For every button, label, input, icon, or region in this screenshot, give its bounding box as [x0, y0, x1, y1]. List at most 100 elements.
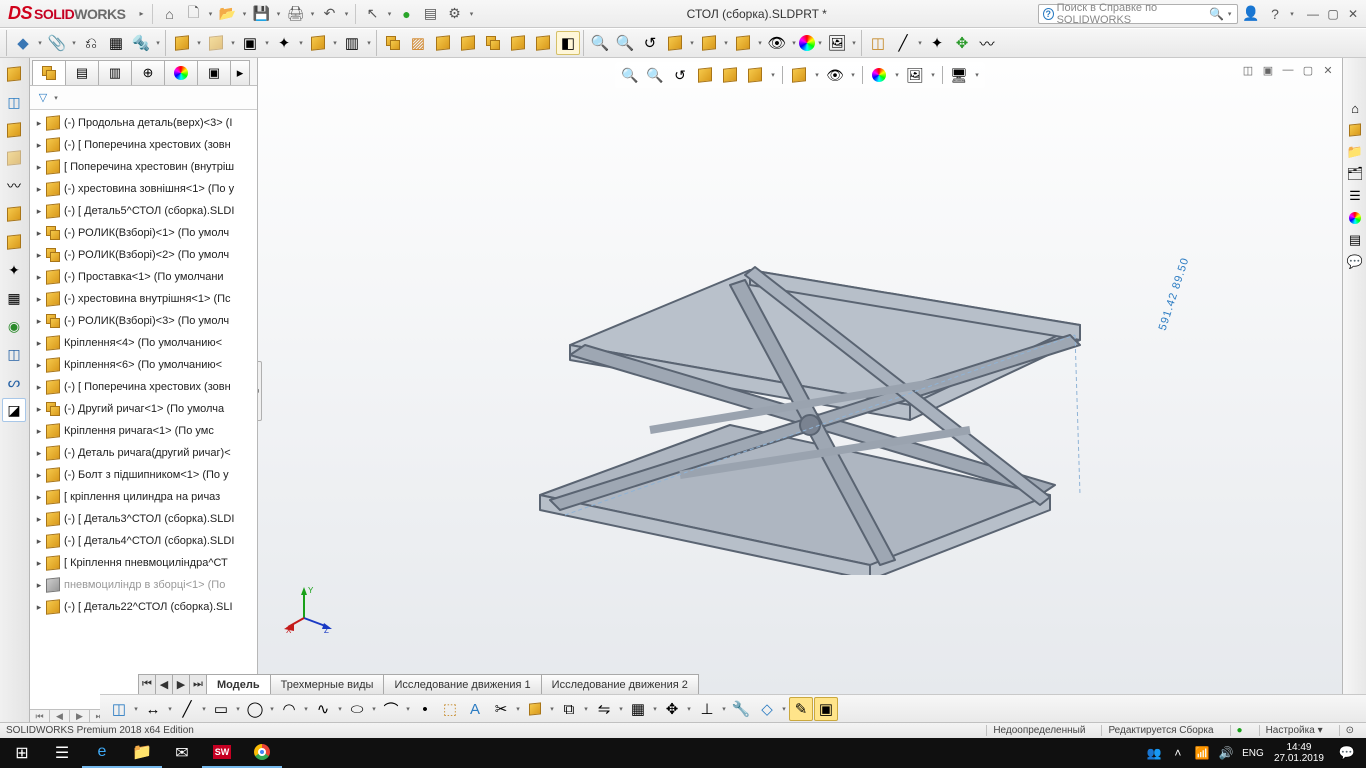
hide-show-button[interactable]: 👁 — [765, 31, 789, 55]
dd[interactable]: ▾ — [365, 39, 373, 47]
options-dd[interactable]: ▾ — [467, 10, 475, 18]
tree-item[interactable]: ▸(-) РОЛИК(Взборі)<1> (По умолч — [30, 222, 257, 244]
undo-button[interactable]: ↶ — [318, 3, 340, 25]
tree-item[interactable]: ▸Кріплення<4> (По умолчанию< — [30, 332, 257, 354]
tp-view-pal[interactable]: ☰ — [1345, 186, 1365, 206]
tray-notifications-icon[interactable]: 💬 — [1330, 745, 1364, 761]
cm-sketch[interactable]: ◫ — [2, 90, 26, 114]
dd[interactable]: ▾ — [370, 705, 378, 713]
cm-sim2[interactable]: ◫ — [2, 342, 26, 366]
status-custom[interactable]: Настройка ▾ — [1259, 725, 1329, 736]
doc-minimize[interactable]: — — [1278, 62, 1298, 78]
new-button[interactable]: 🗋 — [182, 3, 204, 25]
btab-model[interactable]: Модель — [206, 674, 271, 694]
dd[interactable]: ▾ — [297, 39, 305, 47]
cm-sheet[interactable] — [2, 146, 26, 170]
axis-button[interactable]: ╱ — [891, 31, 915, 55]
assembly-feat-button[interactable]: ▣ — [238, 31, 262, 55]
filter-icon[interactable]: ▽ — [34, 89, 52, 107]
win-app-chrome[interactable] — [242, 738, 282, 768]
options-list-button[interactable]: ▤ — [419, 3, 441, 25]
sk-sketch[interactable]: ◫ — [107, 697, 131, 721]
expand-icon[interactable]: ▸ — [34, 448, 44, 459]
dd[interactable]: ▾ — [229, 39, 237, 47]
edit-component-button[interactable]: ◆ — [11, 31, 35, 55]
search-dd[interactable]: ▾ — [1226, 10, 1233, 18]
view-triad[interactable]: Y Z X — [284, 583, 334, 633]
sk-spline[interactable]: ∿ — [311, 697, 335, 721]
tp-file-exp[interactable]: 🗂 — [1345, 164, 1365, 184]
expand-icon[interactable]: ▸ — [34, 228, 44, 239]
insert-component-button[interactable]: 📎 — [45, 31, 69, 55]
hole-align-button[interactable] — [481, 31, 505, 55]
tp-resources[interactable] — [1345, 120, 1365, 140]
sk-arc[interactable]: ◠ — [277, 697, 301, 721]
close-button[interactable]: ✕ — [1344, 5, 1362, 23]
sk-convert[interactable] — [523, 697, 547, 721]
save-dd[interactable]: ▾ — [274, 10, 282, 18]
dd[interactable]: ▾ — [813, 64, 821, 86]
win-app-solidworks[interactable]: SW — [202, 738, 242, 768]
hud-scene[interactable]: 🖼 — [904, 64, 926, 86]
display-style-button[interactable] — [731, 31, 755, 55]
dd[interactable]: ▾ — [929, 64, 937, 86]
tree-item[interactable]: ▸(-) [ Деталь22^СТОЛ (сборка).SLI — [30, 596, 257, 618]
btab-nav-next[interactable]: ▶ — [172, 674, 190, 694]
linear-pattern-button[interactable]: ▦ — [104, 31, 128, 55]
cm-features[interactable] — [2, 62, 26, 86]
expand-icon[interactable]: ▸ — [34, 580, 44, 591]
btab-nav-prev[interactable]: ◀ — [155, 674, 173, 694]
restore-button[interactable]: ▢ — [1324, 5, 1342, 23]
print-dd[interactable]: ▾ — [308, 10, 316, 18]
expand-icon[interactable]: ▸ — [34, 470, 44, 481]
dd[interactable]: ▾ — [769, 64, 777, 86]
feature-tree[interactable]: ▸(-) Продольна деталь(верх)<3> (I▸(-) [ … — [30, 110, 257, 709]
grip[interactable] — [581, 30, 587, 56]
tp-design-lib[interactable]: 📁 — [1345, 142, 1365, 162]
sk-text[interactable]: A — [463, 697, 487, 721]
expand-icon[interactable]: ▸ — [34, 514, 44, 525]
sk-offset[interactable]: ⧉ — [557, 697, 581, 721]
win-start-button[interactable]: ⊞ — [2, 738, 42, 768]
dd[interactable]: ▾ — [132, 705, 140, 713]
dd[interactable]: ▾ — [268, 705, 276, 713]
dd[interactable]: ▾ — [263, 39, 271, 47]
expand-icon[interactable]: ▸ — [34, 250, 44, 261]
tree-item[interactable]: ▸(-) [ Поперечина хрестових (зовн — [30, 134, 257, 156]
ref-geom-button[interactable]: ✦ — [272, 31, 296, 55]
tree-item[interactable]: ▸(-) Другий ричаг<1> (По умолча — [30, 398, 257, 420]
dd[interactable]: ▾ — [617, 705, 625, 713]
grip[interactable] — [4, 30, 10, 56]
dd[interactable]: ▾ — [336, 705, 344, 713]
expand-icon[interactable]: ▸ — [34, 382, 44, 393]
help-search[interactable]: ? Поиск в Справке по SOLIDWORKS 🔍 ▾ — [1038, 4, 1238, 24]
doc-close[interactable]: ✕ — [1318, 62, 1338, 78]
options-button[interactable]: ⚙ — [443, 3, 465, 25]
expand-icon[interactable]: ▸ — [34, 184, 44, 195]
tray-network-icon[interactable]: 📶 — [1190, 746, 1214, 760]
sk-line[interactable]: ╱ — [175, 697, 199, 721]
tray-chevron-icon[interactable]: ˄ — [1166, 746, 1190, 760]
dimension-label[interactable]: 591.42 89.50 — [1156, 256, 1191, 332]
tray-volume-icon[interactable]: 🔊 — [1214, 746, 1238, 760]
tab-dimx[interactable]: ⊕ — [131, 60, 165, 85]
sk-relations[interactable]: ⊥ — [695, 697, 719, 721]
tree-item[interactable]: ▸(-) [ Поперечина хрестових (зовн — [30, 376, 257, 398]
select-dd[interactable]: ▾ — [385, 10, 393, 18]
prev-view-button[interactable]: ↺ — [638, 31, 662, 55]
cm-sim[interactable]: ◉ — [2, 314, 26, 338]
hud-orient[interactable] — [744, 64, 766, 86]
sk-ellipse[interactable]: ⬭ — [345, 697, 369, 721]
sk-trim[interactable]: ✂ — [489, 697, 513, 721]
grip[interactable] — [163, 30, 169, 56]
cm-eval[interactable] — [2, 230, 26, 254]
tree-item[interactable]: ▸[ Кріплення пневмоциліндра^СТ — [30, 552, 257, 574]
explode-line-button[interactable]: ▨ — [406, 31, 430, 55]
scene-button[interactable]: 🖼 — [825, 31, 849, 55]
expand-icon[interactable]: ▸ — [34, 360, 44, 371]
open-button[interactable]: 📂 — [216, 3, 238, 25]
view-orient-button[interactable] — [697, 31, 721, 55]
sk-rect[interactable]: ▭ — [209, 697, 233, 721]
sk-dim[interactable]: ↔ — [141, 697, 165, 721]
tree-item[interactable]: ▸(-) РОЛИК(Взборі)<3> (По умолч — [30, 310, 257, 332]
